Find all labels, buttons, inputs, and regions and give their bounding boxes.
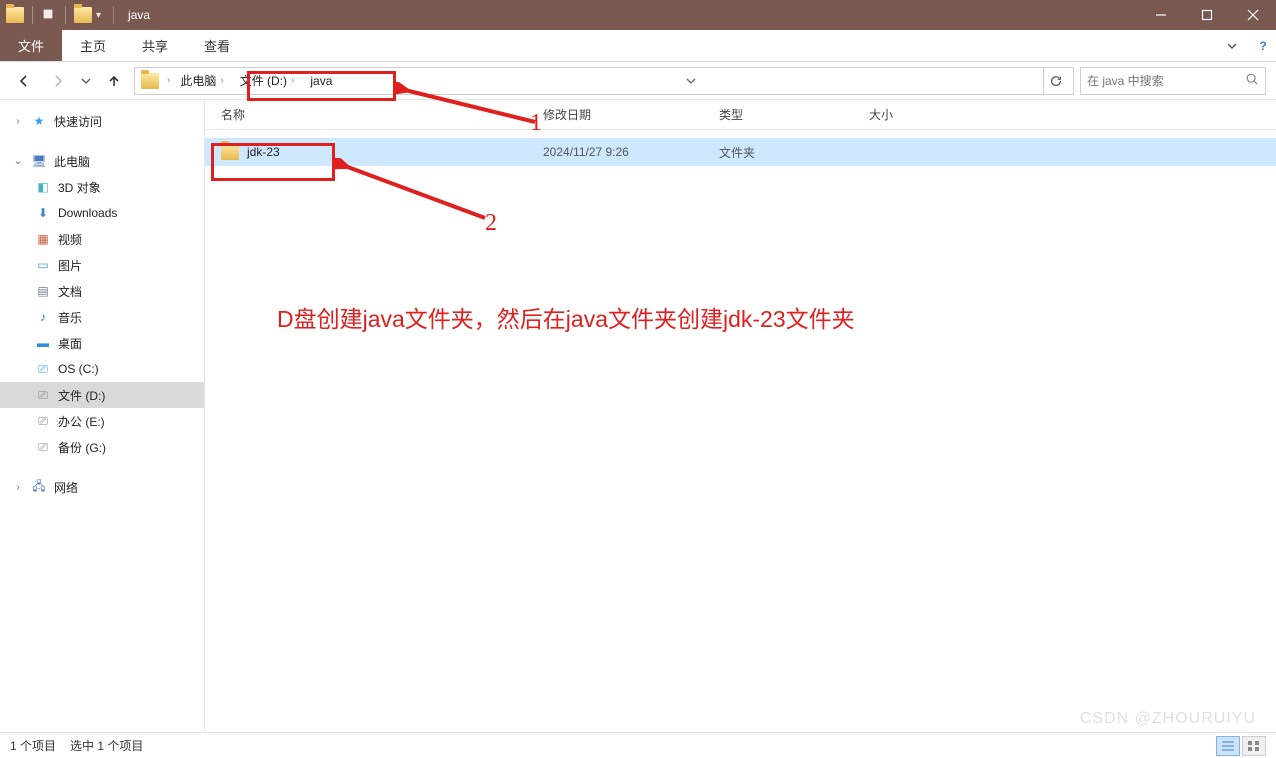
sidebar-desktop[interactable]: ▬桌面 [0,330,204,356]
file-list: 名称 修改日期 类型 大小 jdk-23 2024/11/27 9:26 文件夹… [205,100,1276,732]
icons-view-button[interactable] [1242,736,1266,756]
image-icon: ▭ [34,256,52,274]
address-dropdown-button[interactable] [678,68,704,94]
folder-icon [221,144,239,160]
folder-icon [6,7,24,23]
tab-file[interactable]: 文件 [0,30,62,61]
column-date[interactable]: 修改日期 [543,106,719,123]
details-view-button[interactable] [1216,736,1240,756]
back-button[interactable] [10,67,38,95]
sidebar-this-pc[interactable]: ⌄🖥此电脑 [0,148,204,174]
file-type: 文件夹 [719,144,869,161]
sidebar-pictures[interactable]: ▭图片 [0,252,204,278]
download-icon: ⬇ [34,204,52,222]
pin-icon[interactable] [41,7,57,23]
tab-home[interactable]: 主页 [62,30,124,61]
file-row[interactable]: jdk-23 2024/11/27 9:26 文件夹 [205,138,1276,166]
drive-icon: ⎚ [34,386,52,404]
navigation-bar: › 此电脑› 文件 (D:)› java [0,62,1276,100]
drive-icon: ⎚ [34,412,52,430]
search-icon[interactable] [1245,72,1259,89]
refresh-button[interactable] [1043,68,1069,94]
navigation-pane: ›★快速访问 ⌄🖥此电脑 ◧3D 对象 ⬇Downloads ▦视频 ▭图片 ▤… [0,100,205,732]
sidebar-quick-access[interactable]: ›★快速访问 [0,108,204,134]
sidebar-drive-c[interactable]: ⎚OS (C:) [0,356,204,382]
close-button[interactable] [1230,0,1276,30]
ribbon: 文件 主页 共享 查看 ? [0,30,1276,62]
sidebar-music[interactable]: ♪音乐 [0,304,204,330]
column-headers: 名称 修改日期 类型 大小 [205,100,1276,130]
recent-locations-button[interactable] [78,67,94,95]
address-bar[interactable]: › 此电脑› 文件 (D:)› java [134,67,1074,95]
desktop-icon: ▬ [34,334,52,352]
folder-icon [74,7,92,23]
status-bar: 1 个项目 选中 1 个项目 [0,732,1276,758]
search-input[interactable] [1087,74,1245,88]
tab-view[interactable]: 查看 [186,30,248,61]
up-button[interactable] [100,67,128,95]
sidebar-drive-d[interactable]: ⎚文件 (D:) [0,382,204,408]
cube-icon: ◧ [34,178,52,196]
sidebar-videos[interactable]: ▦视频 [0,226,204,252]
column-type[interactable]: 类型 [719,106,869,123]
video-icon: ▦ [34,230,52,248]
sidebar-documents[interactable]: ▤文档 [0,278,204,304]
sidebar-drive-e[interactable]: ⎚办公 (E:) [0,408,204,434]
tab-share[interactable]: 共享 [124,30,186,61]
quick-access-toolbar: ▾ [0,6,107,24]
search-box[interactable] [1080,67,1266,95]
annotation-text: D盘创建java文件夹，然后在java文件夹创建jdk-23文件夹 [277,300,855,334]
network-icon: 🖧 [30,478,48,496]
sidebar-network[interactable]: ›🖧网络 [0,474,204,500]
minimize-button[interactable] [1138,0,1184,30]
window-title: java [128,8,150,22]
music-icon: ♪ [34,308,52,326]
chevron-down-icon[interactable]: ▾ [96,10,101,21]
status-item-count: 1 个项目 [10,737,56,754]
pc-icon: 🖥 [30,152,48,170]
help-button[interactable]: ? [1250,30,1276,61]
drive-icon: ⎚ [34,360,52,378]
file-name: jdk-23 [247,145,280,159]
file-date: 2024/11/27 9:26 [543,145,719,159]
breadcrumb-root[interactable]: 此电脑› [174,68,233,94]
status-selection: 选中 1 个项目 [70,737,143,754]
drive-icon: ⎚ [34,438,52,456]
column-size[interactable]: 大小 [869,106,989,123]
column-name[interactable]: 名称 [213,106,543,123]
sidebar-downloads[interactable]: ⬇Downloads [0,200,204,226]
star-icon: ★ [30,112,48,130]
folder-icon [141,73,159,89]
sidebar-drive-g[interactable]: ⎚备份 (G:) [0,434,204,460]
document-icon: ▤ [34,282,52,300]
sidebar-3d-objects[interactable]: ◧3D 对象 [0,174,204,200]
forward-button[interactable] [44,67,72,95]
expand-ribbon-button[interactable] [1214,30,1250,61]
breadcrumb-folder[interactable]: java [304,68,338,94]
title-bar: ▾ java [0,0,1276,30]
maximize-button[interactable] [1184,0,1230,30]
breadcrumb-drive[interactable]: 文件 (D:)› [234,68,305,94]
